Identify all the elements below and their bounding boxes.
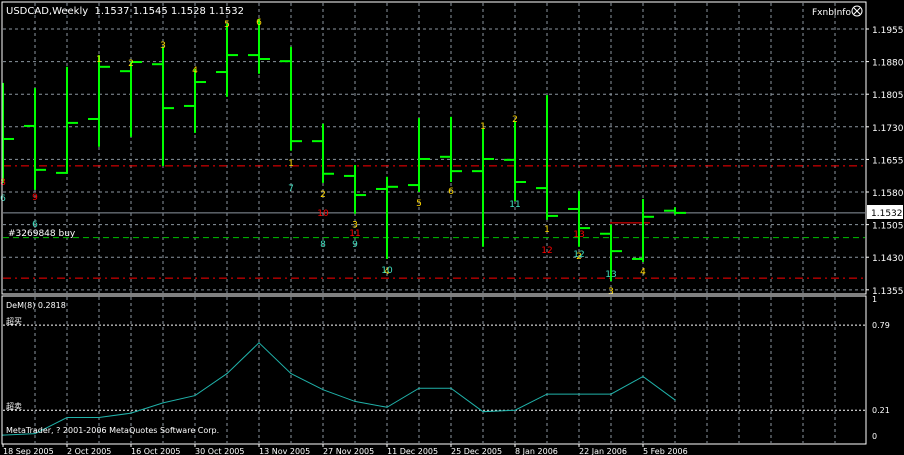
bar-count-label: 5 [224, 20, 230, 30]
dem-point [354, 400, 356, 403]
dem-point [66, 416, 68, 419]
price-tick-label: 1.1880 [872, 59, 904, 69]
bar-count-label: 8 [320, 240, 326, 250]
bar-count-label: 10 [317, 209, 329, 219]
bar-count-label: 13 [605, 270, 616, 280]
bar-count-label: 5 [416, 199, 422, 209]
date-tick-label: 22 Jan 2006 [579, 447, 627, 455]
dem-point [162, 402, 164, 404]
bar-count-label: 11 [509, 200, 520, 210]
price-tick-label: 1.1505 [872, 222, 904, 232]
date-tick-label: 30 Oct 2005 [195, 447, 244, 455]
dem-point [322, 389, 324, 391]
indicator-tick-label: 0 [872, 432, 877, 441]
oversold-label: 超卖 [6, 401, 22, 411]
date-tick-label: 25 Dec 2005 [451, 447, 502, 455]
order-label: #3269848 buy [8, 229, 76, 239]
brand-label: FxnbInfo [812, 8, 851, 18]
bar-count-label: 1 [96, 55, 102, 65]
dem-point [226, 372, 228, 375]
bar-count-label: 10 [381, 266, 393, 276]
bar-count-label: 9 [32, 193, 38, 203]
date-tick-label: 2 Oct 2005 [67, 447, 111, 455]
dem-point [258, 342, 260, 344]
bar-count-label: 8 [0, 178, 6, 188]
date-tick-label: 16 Oct 2005 [131, 447, 180, 455]
copyright: MetaTrader, ? 2001-2006 MetaQuotes Softw… [6, 426, 219, 435]
bar-count-label: 11 [349, 229, 360, 239]
price-tick-label: 1.1805 [872, 91, 904, 101]
dem-point [2, 434, 4, 436]
dem-point [130, 412, 132, 414]
symbol-info: USDCAD,Weekly 1.1537 1.1545 1.1528 1.153… [6, 6, 244, 17]
price-tick-label: 1.1655 [872, 156, 904, 166]
bar-count-label: 6 [0, 194, 6, 204]
dem-point [482, 411, 484, 413]
date-tick-label: 8 Jan 2006 [515, 447, 558, 455]
bar-count-label: 7 [288, 184, 294, 194]
bar-count-label: 3 [160, 41, 166, 51]
bar-count-label: 9 [352, 240, 358, 250]
bar-count-label: 4 [192, 66, 198, 76]
overbought-label: 超买 [6, 316, 22, 326]
dem-point [98, 416, 100, 419]
price-tick-label: 1.1580 [872, 189, 904, 199]
bar-count-label: 12 [541, 246, 552, 256]
indicator-tick-label: 0.21 [872, 406, 890, 415]
dem-point [514, 409, 516, 411]
bar-count-label: 4 [640, 267, 646, 277]
dem-point [290, 372, 292, 375]
bar-count-label: 2 [512, 115, 518, 125]
date-tick-label: 5 Feb 2006 [643, 447, 688, 455]
bar-count-label: 1 [480, 122, 486, 132]
bar-count-label: 13 [573, 230, 584, 240]
current-price: 1.1532 [871, 209, 903, 219]
dem-point [418, 387, 420, 389]
dem-point [578, 393, 580, 395]
bar-count-label: 12 [573, 250, 584, 260]
indicator-tick-label: 0.79 [872, 321, 890, 330]
dem-point [546, 393, 548, 395]
price-tick-label: 1.1955 [872, 26, 904, 36]
dem-point [610, 393, 612, 395]
bar-count-label: 6 [448, 187, 454, 197]
bar-count-label: 1 [544, 225, 550, 235]
chart-canvas: 1 2345 61234561212346678 910111213891011121… [0, 0, 904, 455]
bar-count-label: 2 [128, 59, 134, 69]
bar-count-label: 2 [320, 190, 326, 200]
price-tick-label: 1.1430 [872, 254, 904, 264]
price-tick-label: 1.1730 [872, 124, 904, 134]
indicator-tick-label: 1 [872, 295, 877, 304]
dem-point [674, 399, 676, 401]
dem-point [642, 375, 644, 378]
date-tick-label: 18 Sep 2005 [3, 447, 54, 455]
indicator-title: DeM(8) 0.2818 [6, 301, 66, 310]
bar-count-label: 1 [288, 159, 294, 169]
date-tick-label: 11 Dec 2005 [387, 447, 438, 455]
dem-point [450, 387, 452, 389]
dem-point [194, 394, 196, 397]
bar-count-label: 6 [256, 18, 262, 28]
date-tick-label: 27 Nov 2005 [323, 447, 374, 455]
bar-count-label: 3 [608, 287, 614, 297]
date-tick-label: 13 Nov 2005 [259, 447, 310, 455]
dem-point [386, 406, 388, 408]
